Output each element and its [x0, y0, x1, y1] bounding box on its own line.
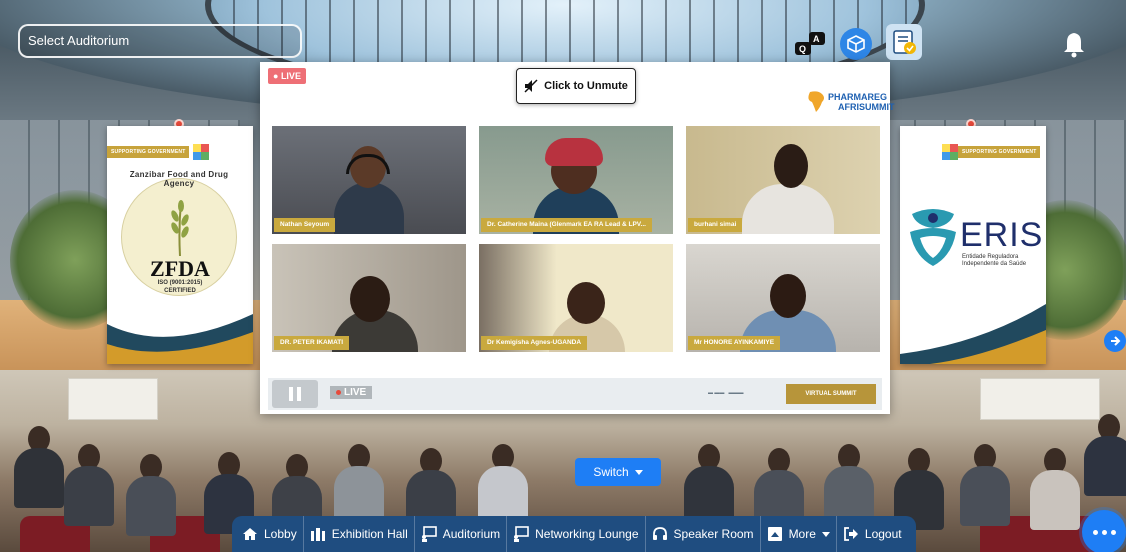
africa-map-icon	[808, 91, 824, 112]
nav-label: Logout	[864, 527, 902, 541]
nav-networking-lounge[interactable]: Networking Lounge	[507, 516, 646, 552]
auditorium-select[interactable]: Select Auditorium	[18, 24, 302, 58]
mute-icon	[524, 79, 538, 93]
participant-tile[interactable]: Dr. Catherine Maina (Glenmark EA RA Lead…	[479, 126, 673, 234]
participant-name: Mr HONORE AYINKAMIYE	[688, 336, 781, 350]
nav-label: Speaker Room	[673, 527, 754, 541]
participant-name: burhani simai	[688, 218, 743, 232]
participant-tile[interactable]: DR. PETER IKAMATI	[272, 244, 466, 352]
nav-label: Networking Lounge	[535, 527, 639, 541]
nav-logout[interactable]: Logout	[837, 516, 908, 552]
participant-name: DR. PETER IKAMATI	[274, 336, 350, 350]
qa-icon[interactable]: Q A	[793, 30, 829, 60]
zfda-banner[interactable]: SUPPORTING GOVERNMENT Zanzibar Food and …	[107, 126, 253, 364]
pixel-logo-icon	[942, 144, 958, 160]
banner-corner	[900, 304, 1046, 364]
bottom-nav: Lobby Exhibition Hall Auditorium Network…	[232, 516, 916, 552]
auditorium-select-placeholder: Select Auditorium	[28, 33, 130, 48]
nav-label: Exhibition Hall	[331, 527, 408, 541]
pixel-logo-icon	[193, 144, 209, 160]
player-live-label: LIVE	[330, 386, 373, 399]
player-sponsor-strip: VIRTUAL SUMMIT	[786, 384, 876, 404]
chevron-down-icon	[821, 531, 830, 537]
presentation-icon	[513, 526, 529, 542]
participant-grid: Nathan Seyoum Dr. Catherine Maina (Glenm…	[272, 126, 880, 352]
presentation-icon	[421, 526, 437, 542]
nav-auditorium[interactable]: Auditorium	[415, 516, 508, 552]
nav-speaker-room[interactable]: Speaker Room	[646, 516, 761, 552]
slides-icon	[767, 526, 783, 542]
zfda-certified: CERTIFIED	[164, 288, 196, 294]
unmute-label: Click to Unmute	[544, 80, 628, 92]
video-player-bar: LIVE ▬ ▬▬ ▬▬▬ VIRTUAL SUMMIT	[268, 378, 882, 410]
wheat-icon	[171, 200, 189, 257]
zfda-arc-text: Zanzibar Food and Drug Agency	[129, 170, 229, 188]
sponsor-logos: ▬ ▬▬ ▬▬▬	[708, 390, 744, 396]
video-panel: ● LIVE Click to Unmute PHARMAREG AFRISUM…	[260, 62, 895, 414]
event-logo: PHARMAREG AFRISUMMIT	[804, 88, 895, 118]
switch-label: Switch	[593, 465, 629, 479]
exhibition-icon	[310, 526, 326, 542]
svg-text:Q: Q	[799, 44, 806, 54]
pause-button[interactable]	[272, 380, 318, 408]
home-icon	[242, 526, 258, 542]
zfda-iso: ISO (9001:2015)	[157, 280, 203, 286]
nav-label: Auditorium	[442, 527, 501, 541]
bell-icon[interactable]	[1062, 30, 1086, 58]
svg-text:A: A	[813, 34, 820, 44]
eris-logo-icon	[910, 209, 956, 266]
participant-tile[interactable]: Mr HONORE AYINKAMIYE	[686, 244, 880, 352]
participant-tile[interactable]: Nathan Seyoum	[272, 126, 466, 234]
nav-label: Lobby	[264, 527, 297, 541]
participant-tile[interactable]: Dr Kemigisha Agnes-UGANDA	[479, 244, 673, 352]
headset-icon	[652, 526, 668, 542]
participant-name: Dr Kemigisha Agnes-UGANDA	[481, 336, 588, 350]
arrow-right-icon[interactable]	[1104, 330, 1126, 352]
event-logo-line1: PHARMAREG	[828, 92, 888, 102]
unmute-button[interactable]: Click to Unmute	[516, 68, 636, 104]
eris-subtitle-1: Entidade Reguladora	[962, 254, 1019, 260]
nav-exhibition-hall[interactable]: Exhibition Hall	[304, 516, 415, 552]
live-label: LIVE	[280, 71, 301, 81]
event-logo-line2: AFRISUMMIT	[838, 102, 895, 112]
nav-label: More	[788, 527, 816, 541]
more-options-button[interactable]	[1082, 510, 1126, 552]
participant-name: Nathan Seyoum	[274, 218, 336, 232]
participant-tile[interactable]: burhani simai	[686, 126, 880, 234]
participant-name: Dr. Catherine Maina (Glenmark EA RA Lead…	[481, 218, 652, 232]
live-badge: ● LIVE	[268, 68, 306, 84]
banner-ribbon: SUPPORTING GOVERNMENT	[107, 146, 190, 158]
chevron-down-icon	[634, 469, 643, 475]
box-icon[interactable]	[840, 28, 872, 60]
eris-subtitle-2: Independente da Saúde	[962, 261, 1027, 267]
eris-name: ERIS	[960, 216, 1044, 254]
podium-left	[68, 378, 158, 420]
zfda-name: ZFDA	[150, 256, 210, 281]
banner-ribbon: SUPPORTING GOVERNMENT	[958, 146, 1041, 158]
checklist-icon[interactable]	[886, 24, 922, 60]
switch-button[interactable]: Switch	[575, 458, 661, 486]
banner-corner	[107, 314, 253, 364]
logout-icon	[843, 526, 859, 542]
nav-lobby[interactable]: Lobby	[236, 516, 304, 552]
nav-more[interactable]: More	[761, 516, 837, 552]
eris-banner[interactable]: SUPPORTING GOVERNMENT ERIS Entidade Regu…	[900, 126, 1046, 364]
